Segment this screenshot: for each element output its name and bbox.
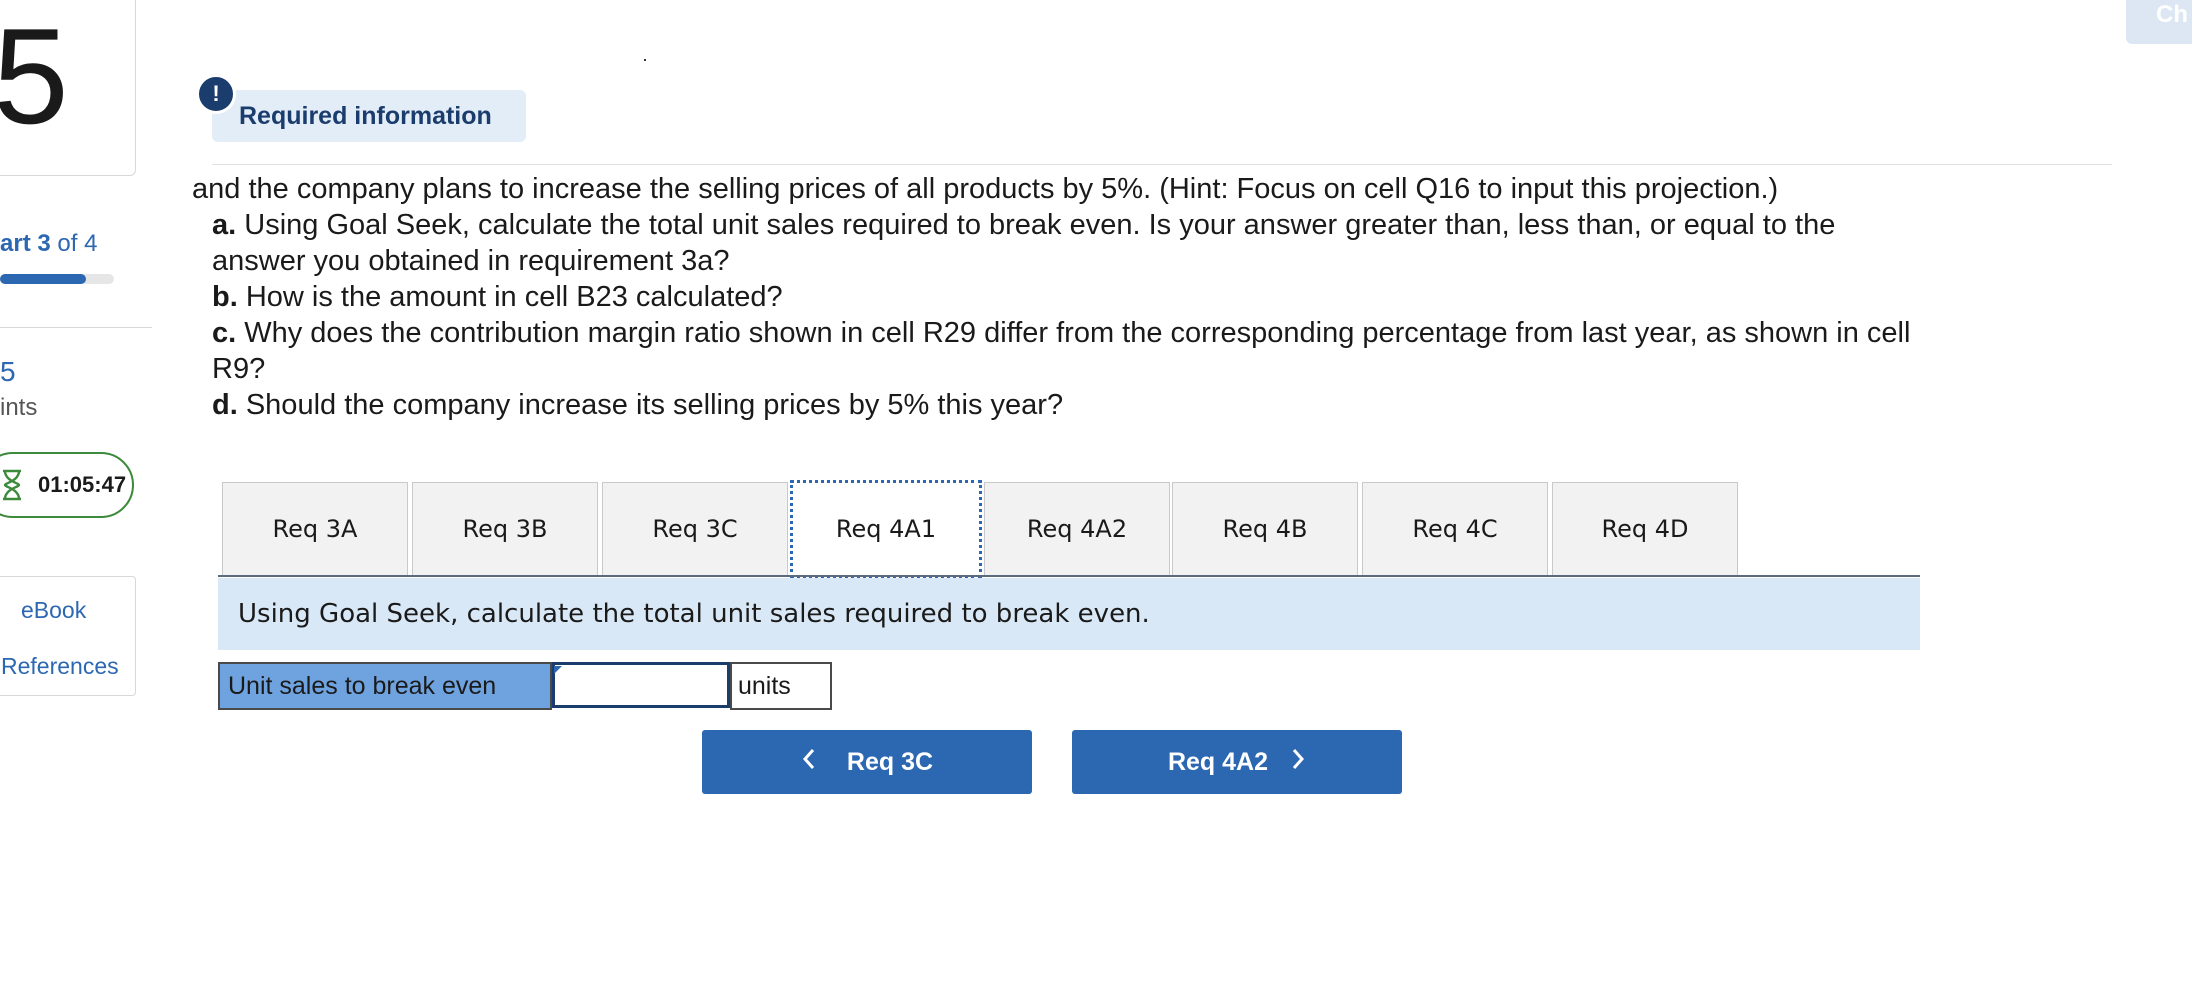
ebook-link[interactable]: eBook — [21, 597, 86, 624]
question-item-a-cont: answer you obtained in requirement 3a? — [212, 245, 730, 277]
part-total: of 4 — [57, 230, 98, 257]
item-letter: b. — [212, 281, 238, 313]
question-item-c-cont: R9? — [212, 353, 266, 385]
answer-label: Unit sales to break even — [218, 662, 552, 710]
chevron-right-icon — [1290, 745, 1306, 779]
tab-req-3b[interactable]: Req 3B — [412, 482, 598, 576]
tab-underline — [218, 575, 1920, 577]
part-current: 3 — [37, 230, 51, 257]
points-label: ints — [0, 394, 38, 421]
next-req-button[interactable]: Req 4A2 — [1072, 730, 1402, 794]
dot-mark — [644, 59, 646, 61]
chevron-left-icon — [801, 745, 817, 779]
tab-req-3c[interactable]: Req 3C — [602, 482, 788, 576]
check-button[interactable]: Ch — [2126, 0, 2192, 44]
item-text: How is the amount in cell B23 calculated… — [237, 281, 783, 313]
timer-value: 01:05:47 — [38, 472, 127, 497]
question-item-c: c. Why does the contribution margin rati… — [212, 315, 1910, 351]
part-progress-fill — [0, 274, 86, 284]
question-item-d: d. Should the company increase its selli… — [212, 387, 1063, 423]
references-link[interactable]: References — [1, 653, 119, 680]
prev-req-button[interactable]: Req 3C — [702, 730, 1032, 794]
instruction-banner: Using Goal Seek, calculate the total uni… — [218, 578, 1920, 650]
answer-unit: units — [730, 662, 832, 710]
question-number: 5 — [0, 0, 69, 152]
tab-req-4b[interactable]: Req 4B — [1172, 482, 1358, 576]
cell-flag-icon — [554, 666, 562, 682]
alert-icon: ! — [196, 74, 236, 114]
tab-req-4a2[interactable]: Req 4A2 — [984, 482, 1170, 576]
required-info-label: Required information — [239, 102, 492, 130]
item-text: Why does the contribution margin ratio s… — [236, 317, 1911, 349]
item-letter: a. — [212, 209, 237, 241]
question-item-b: b. How is the amount in cell B23 calcula… — [212, 279, 783, 315]
sidebar-divider — [0, 327, 152, 328]
tab-req-4c[interactable]: Req 4C — [1362, 482, 1548, 576]
points-value: 5 — [0, 356, 16, 387]
resource-links: eBook References — [0, 576, 136, 696]
hourglass-icon — [0, 469, 24, 501]
question-lead: and the company plans to increase the se… — [192, 173, 1779, 205]
timer-badge[interactable]: 01:05:47 — [0, 452, 134, 518]
item-text: Using Goal Seek, calculate the total uni… — [236, 209, 1836, 241]
item-text: Should the company increase its selling … — [237, 389, 1064, 421]
tab-req-4d[interactable]: Req 4D — [1552, 482, 1738, 576]
required-info-pill[interactable]: Required information — [212, 90, 526, 142]
part-progress-bar — [0, 274, 114, 284]
header-divider — [212, 164, 2112, 165]
item-letter: c. — [212, 317, 237, 349]
part-word: art — [0, 230, 31, 257]
part-indicator: art 3 of 4 — [0, 230, 97, 258]
tab-req-4a1[interactable]: Req 4A1 — [790, 480, 982, 578]
question-number-card: 5 — [0, 0, 136, 176]
prev-req-label: Req 3C — [846, 747, 934, 776]
next-req-label: Req 4A2 — [1167, 747, 1269, 776]
item-letter: d. — [212, 389, 238, 421]
tab-req-3a[interactable]: Req 3A — [222, 482, 408, 576]
question-item-a: a. Using Goal Seek, calculate the total … — [212, 207, 1835, 243]
unit-sales-input[interactable] — [552, 662, 730, 708]
